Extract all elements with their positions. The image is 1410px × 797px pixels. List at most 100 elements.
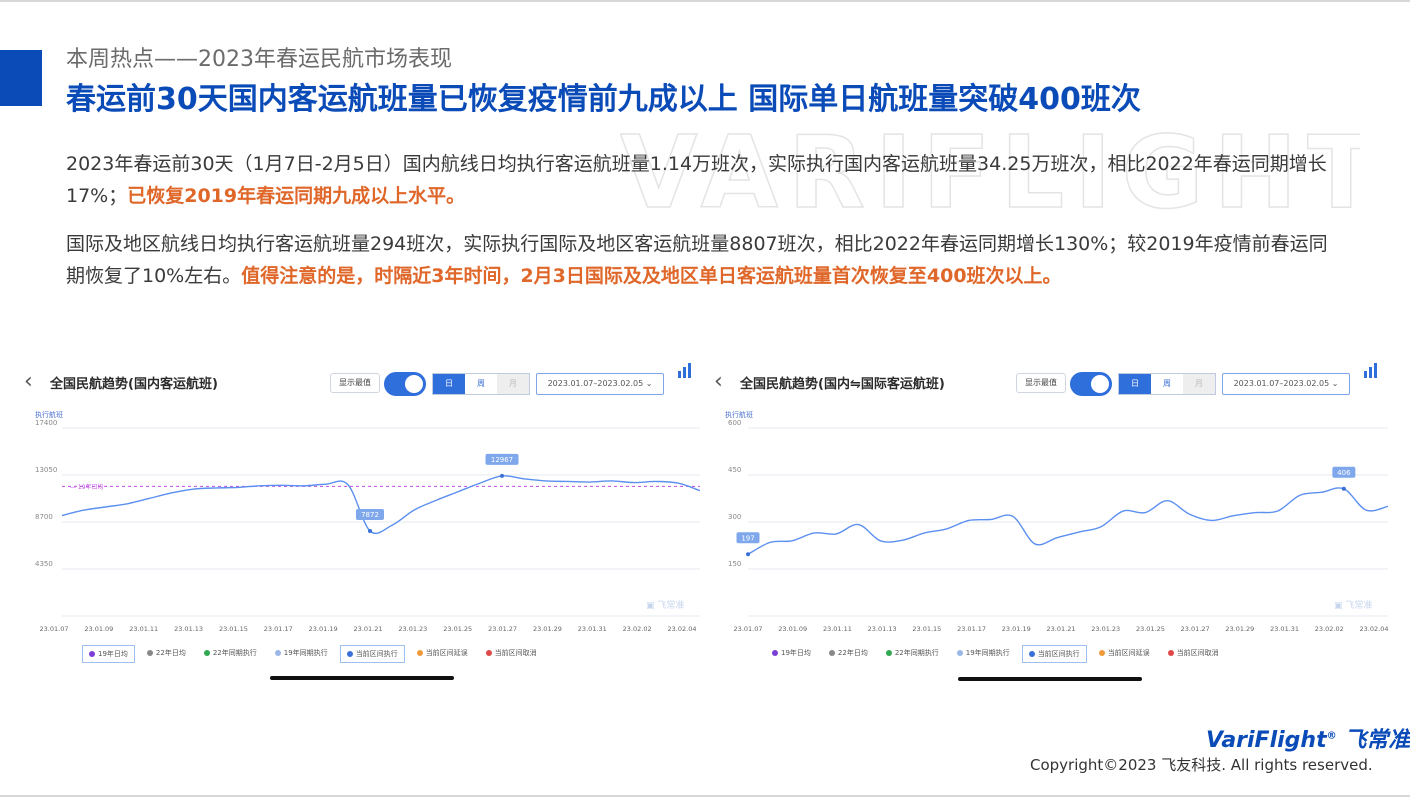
- x-tick-label: 23.01.15: [219, 625, 248, 633]
- legend-dot: [772, 650, 778, 656]
- annotation-marker: [500, 473, 504, 478]
- legend-item[interactable]: 当前区间取消: [1162, 645, 1225, 661]
- legend-item[interactable]: 当前区间延误: [411, 645, 474, 661]
- x-tick-label: 23.01.17: [264, 625, 293, 633]
- line-chart-international: 150 300 450 600 23.01.07 23.01.09 23.01.11 23.0…: [728, 419, 1389, 633]
- legend-label: 当前区间取消: [494, 649, 537, 657]
- legend-label: 22年日均: [155, 649, 186, 657]
- copyright: Copyright©2023 飞友科技. All rights reserved…: [1030, 756, 1373, 774]
- series-line-current: [61, 475, 700, 535]
- x-tick-label: 23.01.31: [1270, 625, 1299, 633]
- chart-domestic: ‹ 全国民航趋势(国内客运航班) 显示最值 日 周 月 2023.01.07–2…: [20, 362, 700, 672]
- legend-label: 当前区间执行: [1037, 650, 1080, 658]
- x-tick-label: 23.02.02: [1315, 625, 1344, 633]
- series-line-current: [747, 487, 1389, 555]
- y-tick-label: 13050: [35, 466, 57, 474]
- legend-dot: [1167, 650, 1174, 656]
- x-tick-label: 23.01.25: [443, 625, 472, 633]
- x-tick-label: 23.01.21: [354, 625, 383, 633]
- legend-item[interactable]: 22年日均: [823, 645, 874, 661]
- x-tick-label: 23.01.23: [398, 625, 427, 633]
- legend-item[interactable]: 22年同期执行: [198, 645, 263, 661]
- x-tick-label: 23.01.25: [1136, 625, 1165, 633]
- legend-dot: [416, 650, 423, 656]
- y-tick-label: 450: [728, 466, 741, 474]
- x-tick-label: 23.01.11: [823, 625, 852, 633]
- legend-dot: [828, 650, 835, 656]
- legend-item[interactable]: 19年同期执行: [951, 645, 1016, 661]
- annotation-marker: [1341, 486, 1346, 491]
- x-tick-label: 23.01.29: [533, 625, 562, 633]
- x-tick-label: 23.02.02: [623, 625, 652, 633]
- chart-brand-watermark: ▣ 飞常准: [1334, 599, 1372, 611]
- legend-label: 当前区间执行: [355, 650, 398, 658]
- x-tick-label: 23.01.27: [1181, 625, 1210, 633]
- y-tick-label: 600: [728, 419, 741, 427]
- legend-item[interactable]: 19年同期执行: [269, 645, 334, 661]
- x-tick-label: 23.01.21: [1047, 625, 1076, 633]
- x-tick-label: 23.01.31: [578, 625, 607, 633]
- top-divider: [0, 0, 1410, 2]
- legend-item[interactable]: 22年同期执行: [880, 645, 945, 661]
- legend-dot: [274, 650, 281, 656]
- paragraph-domestic-highlight: 已恢复2019年春运同期九成以上水平。: [127, 185, 466, 207]
- x-tick-label: 23.01.15: [912, 625, 941, 633]
- y-tick-label: 4350: [35, 560, 53, 568]
- legend-label: 22年日均: [837, 649, 868, 657]
- x-tick-label: 23.01.19: [1002, 625, 1031, 633]
- legend-item[interactable]: 19年日均: [82, 645, 135, 663]
- legend-dot: [485, 650, 492, 656]
- x-tick-label: 23.01.07: [734, 625, 763, 633]
- annotation-label: 12967: [491, 456, 513, 464]
- line-chart-domestic: 4350 8700 13050 17400 23.01.07 23.01.09 23.01.…: [35, 419, 700, 633]
- x-tick-label: 23.01.13: [868, 625, 897, 633]
- chart-legend: 19年日均 22年日均 22年同期执行 19年同期执行 当前区间执行 当前区间延误 当前区间…: [82, 645, 543, 663]
- paragraph-international: 国际及地区航线日均执行客运航班量294班次，实际执行国际及地区客运航班量8807…: [66, 228, 1346, 292]
- chart-legend: 19年日均 22年日均 22年同期执行 19年同期执行 当前区间执行 当前区间延误 当前区间…: [766, 645, 1225, 663]
- legend-label: 19年日均: [781, 649, 811, 657]
- horizontal-scrollbar[interactable]: [958, 677, 1142, 681]
- legend-dot: [146, 650, 153, 656]
- legend-item[interactable]: 当前区间取消: [480, 645, 543, 661]
- y-tick-label: 300: [728, 513, 741, 521]
- legend-item[interactable]: 当前区间执行: [1021, 645, 1087, 663]
- legend-dot: [956, 650, 963, 656]
- paragraph-international-highlight: 值得注意的是，时隔近3年时间，2月3日国际及及地区单日客运航班量首次恢复至400…: [241, 265, 1062, 287]
- y-tick-label: 8700: [35, 513, 53, 521]
- logo-en: VariFlight: [1206, 728, 1327, 753]
- legend-dot: [203, 650, 210, 656]
- page-title: 春运前30天国内客运航班量已恢复疫情前九成以上 国际单日航班量突破400班次: [66, 82, 1141, 117]
- x-tick-label: 23.01.29: [1225, 625, 1254, 633]
- x-tick-label: 23.02.04: [668, 625, 697, 633]
- legend-item[interactable]: 当前区间执行: [339, 645, 405, 663]
- x-tick-label: 23.01.09: [84, 625, 113, 633]
- x-tick-label: 23.01.27: [488, 625, 517, 633]
- legend-label: 22年同期执行: [894, 649, 939, 657]
- x-tick-label: 23.01.23: [1091, 625, 1120, 633]
- title-accent-bar: [0, 50, 42, 106]
- reference-line-label: — 19年日均: [70, 483, 104, 491]
- legend-label: 22年同期执行: [212, 649, 257, 657]
- legend-dot: [1098, 650, 1105, 656]
- legend-item[interactable]: 当前区间延误: [1093, 645, 1156, 661]
- x-tick-label: 23.01.07: [40, 625, 69, 633]
- x-tick-label: 23.01.13: [174, 625, 203, 633]
- legend-label: 19年日均: [98, 650, 128, 658]
- y-tick-label: 17400: [35, 419, 57, 427]
- legend-item[interactable]: 22年日均: [141, 645, 192, 661]
- legend-dot: [1028, 651, 1035, 657]
- chart-brand-watermark: ▣ 飞常准: [646, 599, 684, 611]
- paragraph-domestic: 2023年春运前30天（1月7日-2月5日）国内航线日均执行客运航班量1.14万…: [66, 148, 1346, 212]
- logo-cn: 飞常准: [1344, 728, 1410, 753]
- page-subtitle: 本周热点——2023年春运民航市场表现: [66, 47, 452, 72]
- legend-dot: [346, 651, 353, 657]
- legend-item[interactable]: 19年日均: [766, 645, 817, 661]
- chart-international: ‹ 全国民航趋势(国内⇋国际客运航班) 显示最值 日 周 月 2023.01.0…: [710, 362, 1390, 672]
- x-tick-label: 23.01.19: [309, 625, 338, 633]
- legend-label: 19年同期执行: [965, 649, 1010, 657]
- legend-dot: [885, 650, 892, 656]
- legend-label: 19年同期执行: [283, 649, 328, 657]
- annotation-label: 197: [741, 534, 754, 542]
- x-tick-label: 23.01.17: [957, 625, 986, 633]
- horizontal-scrollbar[interactable]: [270, 676, 454, 680]
